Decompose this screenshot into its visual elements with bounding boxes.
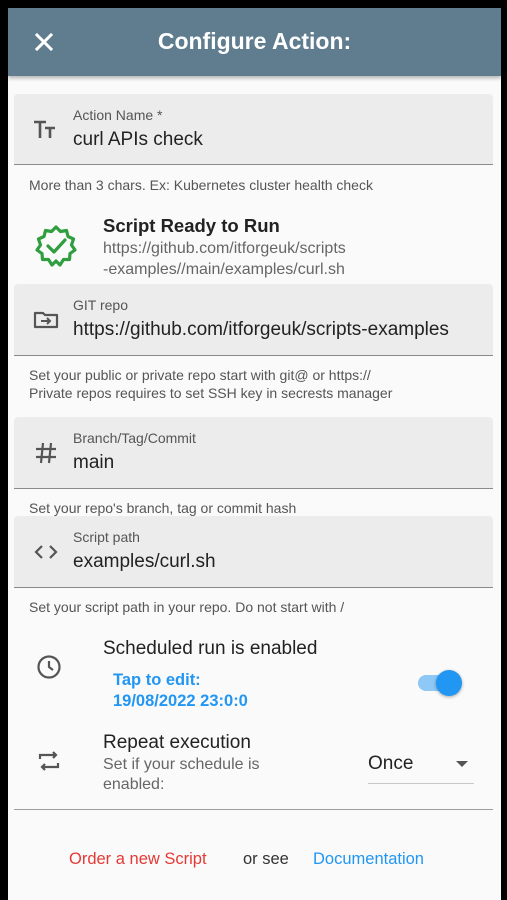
screen: Configure Action: Action Name * curl API… (8, 8, 501, 900)
git-repo-label: GIT repo (73, 297, 128, 313)
action-name-label: Action Name * (73, 107, 163, 123)
clock-icon (37, 655, 61, 679)
divider (14, 809, 493, 810)
schedule-toggle[interactable] (418, 670, 464, 696)
script-path-label: Script path (73, 529, 140, 545)
repeat-title: Repeat execution (103, 732, 251, 753)
git-repo-helper-line-2: Private repos requires to set SSH key in… (29, 385, 393, 401)
git-repo-helper: Set your public or private repo start wi… (29, 366, 392, 402)
branch-field[interactable]: Branch/Tag/Commit main (14, 417, 493, 489)
branch-label: Branch/Tag/Commit (73, 430, 196, 446)
order-script-link[interactable]: Order a new Script (69, 850, 207, 869)
hash-icon (36, 442, 56, 464)
action-name-input[interactable]: curl APIs check (73, 129, 465, 151)
branch-helper: Set your repo's branch, tag or commit ha… (29, 500, 297, 516)
folder-arrow-icon (33, 311, 59, 329)
git-repo-field[interactable]: GIT repo https://github.com/itforgeuk/sc… (14, 284, 493, 356)
app-bar: Configure Action: (8, 8, 501, 76)
page-title: Configure Action: (157, 28, 352, 54)
branch-input[interactable]: main (73, 452, 465, 474)
repeat-dropdown[interactable]: Once (368, 748, 474, 784)
toggle-thumb (436, 670, 462, 696)
code-icon (34, 545, 58, 559)
script-status-url: https://github.com/itforgeuk/scripts -ex… (103, 238, 403, 280)
text-format-icon (34, 120, 55, 138)
or-see-text: or see (243, 850, 289, 868)
repeat-icon (38, 751, 60, 771)
git-repo-input[interactable]: https://github.com/itforgeuk/scripts-exa… (73, 319, 465, 341)
repeat-subtitle-line-1: Set if your schedule is (103, 756, 260, 773)
dropdown-arrow-icon[interactable] (456, 761, 468, 767)
documentation-link[interactable]: Documentation (313, 850, 424, 869)
verified-badge-icon (35, 225, 77, 267)
repeat-subtitle: Set if your schedule is enabled: (103, 755, 303, 795)
schedule-edit-link[interactable]: Tap to edit: 19/08/2022 23:0:0 (113, 670, 248, 712)
script-path-input[interactable]: examples/curl.sh (73, 551, 465, 573)
schedule-title: Scheduled run is enabled (103, 638, 318, 659)
repeat-selected-value[interactable]: Once (368, 753, 413, 775)
repeat-subtitle-line-2: enabled: (103, 776, 165, 793)
git-repo-helper-line-1: Set your public or private repo start wi… (29, 367, 371, 383)
script-url-line-1: https://github.com/itforgeuk/scripts (103, 240, 346, 257)
action-name-helper: More than 3 chars. Ex: Kubernetes cluste… (29, 177, 373, 193)
script-path-field[interactable]: Script path examples/curl.sh (14, 516, 493, 588)
action-name-field[interactable]: Action Name * curl APIs check (14, 94, 493, 165)
script-url-line-2: -examples//main/examples/curl.sh (103, 261, 345, 278)
tap-to-edit-label[interactable]: Tap to edit: (113, 670, 248, 691)
script-status-title: Script Ready to Run (103, 215, 280, 236)
schedule-datetime[interactable]: 19/08/2022 23:0:0 (113, 691, 248, 712)
script-path-helper: Set your script path in your repo. Do no… (29, 599, 345, 615)
